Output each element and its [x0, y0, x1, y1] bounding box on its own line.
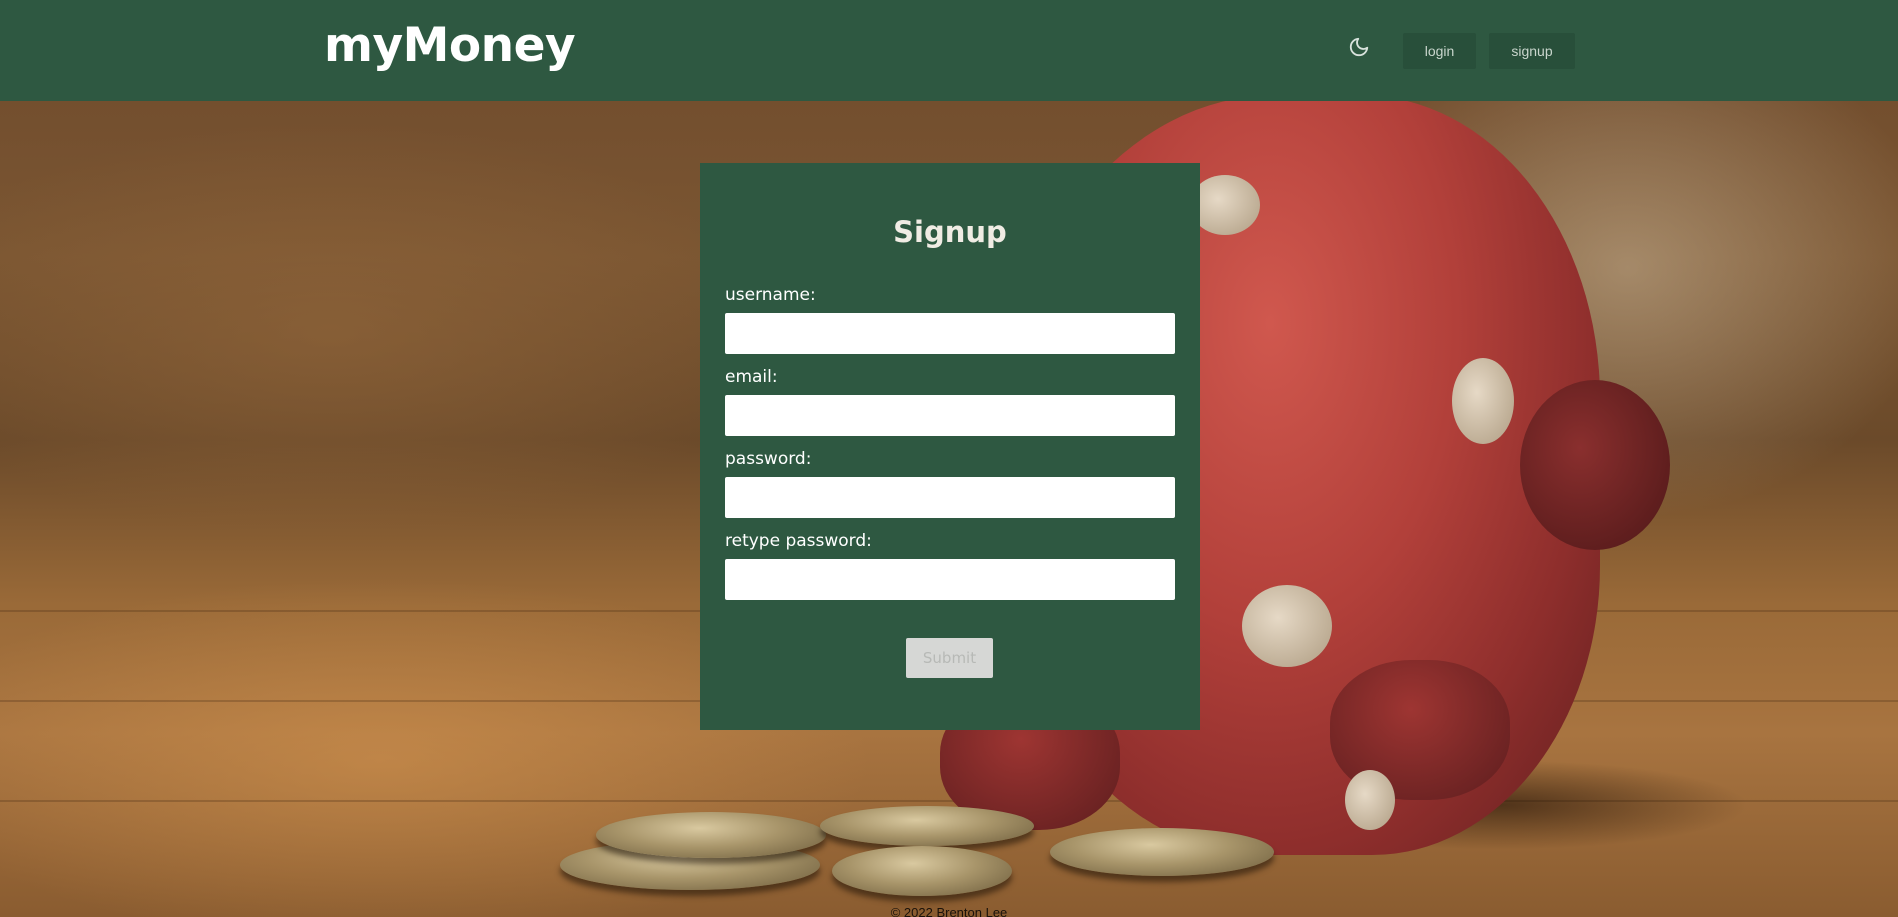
- submit-button[interactable]: Submit: [906, 638, 993, 678]
- login-button[interactable]: login: [1403, 33, 1476, 69]
- footer-copyright: © 2022 Brenton Lee: [890, 905, 1008, 917]
- password-input[interactable]: [725, 477, 1175, 518]
- signup-form: Signup username: email: password: retype…: [700, 163, 1200, 730]
- moon-icon[interactable]: [1348, 36, 1370, 58]
- signup-nav-button[interactable]: signup: [1489, 33, 1575, 69]
- form-title: Signup: [893, 215, 1007, 249]
- retype-password-input[interactable]: [725, 559, 1175, 600]
- retype-password-label: retype password:: [725, 531, 872, 551]
- email-label: email:: [725, 367, 778, 387]
- username-label: username:: [725, 285, 816, 305]
- password-label: password:: [725, 449, 812, 469]
- username-input[interactable]: [725, 313, 1175, 354]
- email-input[interactable]: [725, 395, 1175, 436]
- app-logo[interactable]: myMoney: [324, 18, 576, 73]
- top-navbar: myMoney login signup: [0, 0, 1898, 101]
